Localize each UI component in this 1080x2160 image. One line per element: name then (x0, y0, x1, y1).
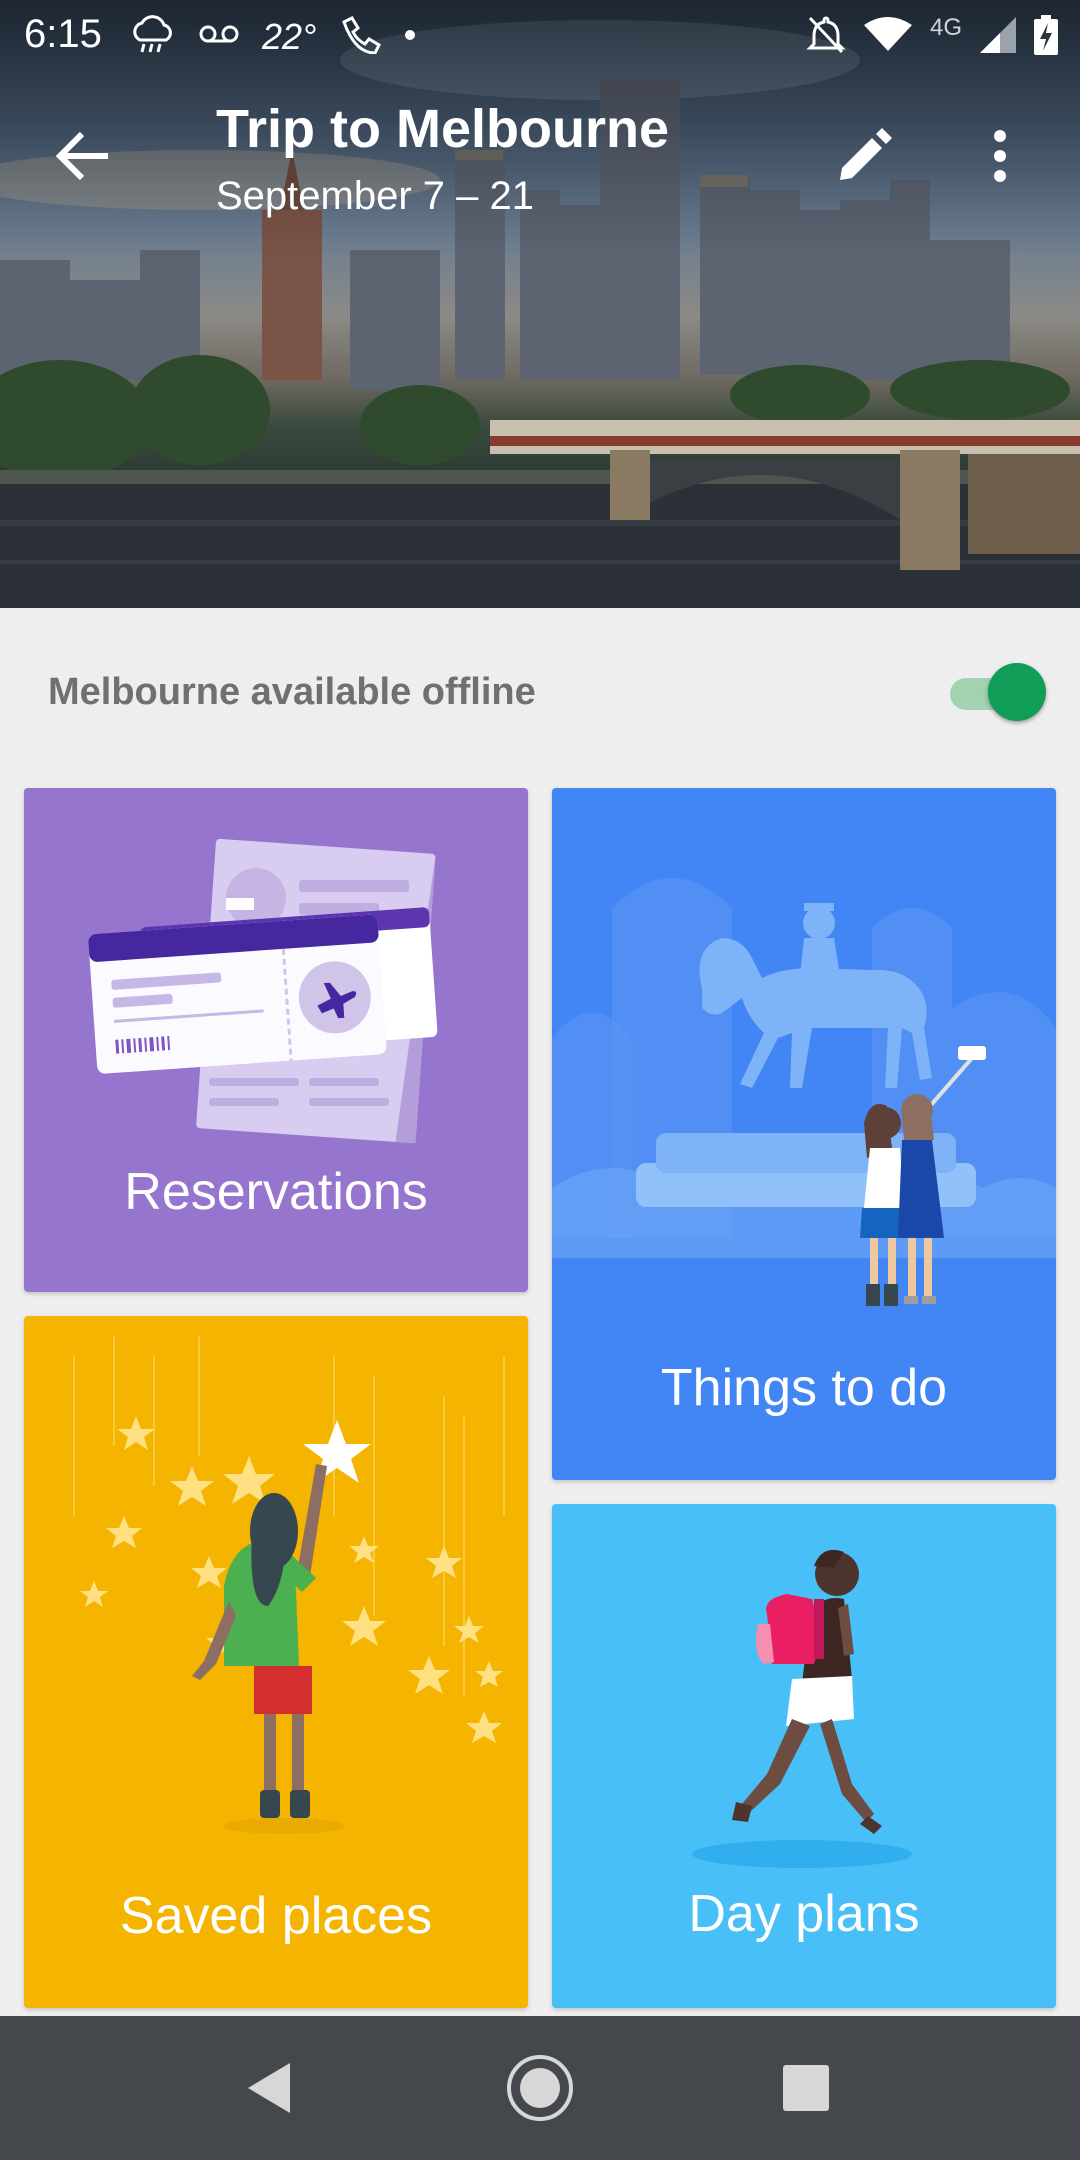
saved-places-label: Saved places (119, 1887, 433, 1945)
pencil-icon (840, 128, 892, 180)
status-temperature: 22° (262, 15, 317, 57)
status-bar: 6:15 22° 4G (0, 0, 1080, 72)
wifi-icon (863, 17, 912, 58)
things-to-do-label: Things to do (660, 1359, 948, 1417)
notification-dot-icon (404, 28, 416, 46)
reservations-label: Reservations (124, 1163, 428, 1221)
notifications-off-icon (806, 14, 846, 61)
trip-dates: September 7 – 21 (216, 174, 534, 218)
trip-header (0, 0, 1080, 608)
status-notifications: 22° (130, 14, 416, 59)
cell-signal-icon (980, 17, 1016, 58)
nav-recents-button[interactable] (770, 2052, 842, 2124)
day-plans-label: Day plans (688, 1885, 920, 1943)
triangle-back-icon (248, 2063, 290, 2113)
rain-cloud-icon (130, 14, 176, 59)
wifi-call-icon (338, 14, 382, 59)
system-nav-bar (0, 2016, 1080, 2160)
trip-title: Trip to Melbourne (216, 99, 669, 159)
square-recents-icon (783, 2065, 829, 2111)
offline-setting-row: Melbourne available offline (0, 608, 1080, 778)
offline-toggle[interactable] (950, 661, 1046, 723)
reservations-card[interactable]: Reservations (24, 788, 528, 1292)
offline-label: Melbourne available offline (48, 671, 536, 713)
nav-back-button[interactable] (234, 2052, 306, 2124)
status-time: 6:15 (24, 12, 102, 56)
nav-home-button[interactable] (504, 2052, 576, 2124)
toggle-thumb (988, 663, 1046, 721)
voicemail-icon (198, 22, 240, 51)
things-to-do-card[interactable]: Things to do (552, 788, 1056, 1480)
circle-home-icon (507, 2055, 573, 2121)
more-options-button[interactable] (964, 120, 1036, 192)
arrow-back-icon (56, 131, 108, 181)
network-type-label: 4G (929, 13, 962, 41)
day-plans-card[interactable]: Day plans (552, 1504, 1056, 2008)
battery-charging-icon (1034, 15, 1058, 60)
back-button[interactable] (48, 120, 120, 192)
more-vert-icon (994, 130, 1006, 182)
status-system-icons: 4G (806, 14, 1058, 61)
edit-trip-button[interactable] (828, 120, 900, 192)
saved-places-card[interactable]: Saved places (24, 1316, 528, 2008)
